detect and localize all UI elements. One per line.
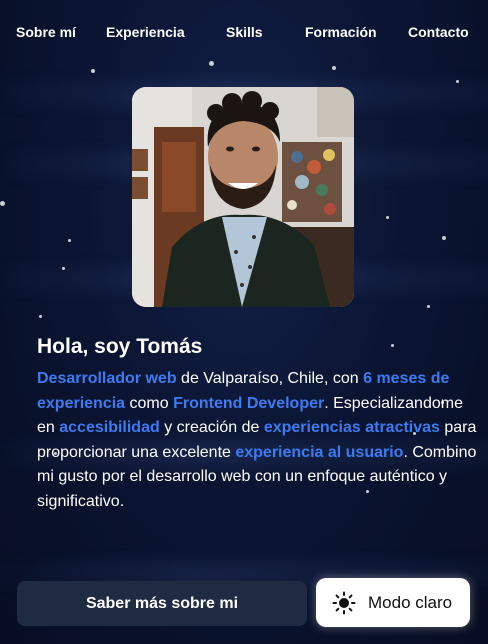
star	[39, 315, 42, 318]
star	[0, 201, 5, 206]
star	[427, 305, 430, 308]
star	[332, 66, 336, 70]
profile-photo-illustration	[132, 87, 354, 307]
bio-text: de Valparaíso, Chile, con	[176, 370, 364, 387]
nav-item-formacion[interactable]: Formación	[305, 24, 377, 40]
nav-item-sobre-mi[interactable]: Sobre mí	[16, 24, 76, 40]
bio-highlight: experiencias atractivas	[263, 419, 440, 437]
bio-highlight: Desarrollador web	[37, 370, 177, 387]
bio-highlight: experiencia al usuario	[235, 443, 404, 461]
bio-text: y creación de	[159, 419, 264, 437]
nav-item-experiencia[interactable]: Experiencia	[106, 24, 185, 40]
sun-icon	[332, 591, 356, 614]
main-nav: Sobre mí Experiencia Skills Formación Co…	[0, 0, 488, 62]
bio-highlight: accesibilidad	[59, 419, 160, 437]
star	[456, 80, 459, 83]
saber-mas-button[interactable]: Saber más sobre mi	[17, 581, 307, 626]
star	[386, 216, 389, 219]
saber-mas-label: Saber más sobre mi	[85, 594, 239, 612]
theme-toggle-label: Modo claro	[368, 592, 453, 612]
nav-item-skills[interactable]: Skills	[226, 24, 263, 40]
hero-title: Hola, soy Tomás	[37, 335, 203, 358]
star	[442, 236, 446, 240]
star	[62, 267, 65, 270]
bio-highlight: Frontend Developer	[173, 394, 325, 412]
star	[68, 239, 71, 242]
intro-section: Hola, soy Tomás Desarrollador web de Val…	[37, 333, 477, 515]
profile-photo	[132, 87, 354, 307]
nav-item-contacto[interactable]: Contacto	[408, 24, 469, 40]
star	[91, 69, 95, 73]
bio-text: como	[125, 394, 174, 412]
hero-bio: Desarrollador web de Valparaíso, Chile, …	[37, 367, 477, 515]
theme-toggle-button[interactable]: Modo claro	[316, 578, 470, 627]
